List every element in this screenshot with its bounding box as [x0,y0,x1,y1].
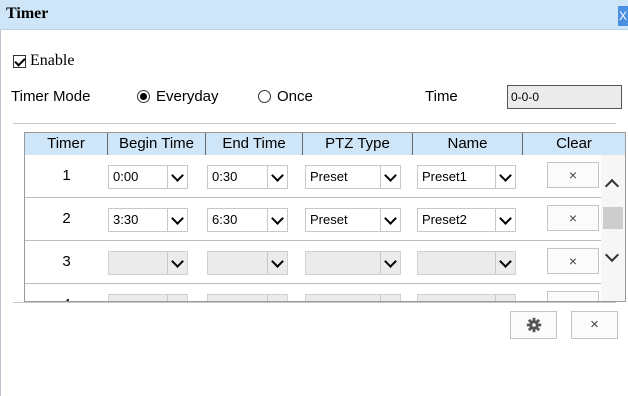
chevron-down-icon [495,252,515,274]
timer-number: 3 [62,253,71,270]
begin-time-value: 3:30 [113,212,139,227]
footer-divider [13,302,616,303]
name-select[interactable]: Preset2 [417,208,516,232]
timer-mode-row: Timer Mode Everyday Once Time 0-0-0 [11,85,622,109]
name-select[interactable] [417,251,516,275]
timer-mode-label: Timer Mode [11,88,91,105]
chevron-down-icon [167,166,187,188]
close-button[interactable]: × [571,311,618,339]
end-time-value: 6:30 [212,212,238,227]
chevron-down-icon [380,295,400,301]
name-value: Preset2 [422,212,467,227]
section-divider [13,123,616,124]
scroll-down-icon[interactable] [604,247,620,263]
table-row: 1 0:00 0:30 Preset Preset1 × [25,155,601,198]
begin-time-select[interactable] [108,294,188,301]
col-header-begin-time: Begin Time [108,133,206,155]
timer-number: 4 [25,284,108,301]
radio-once-label: Once [277,88,313,105]
begin-time-value: 0:00 [113,169,139,184]
time-label: Time [425,88,458,105]
radio-once[interactable] [258,90,271,103]
chevron-down-icon [167,209,187,231]
title-bar: Timer X [0,0,628,30]
panel-border [0,30,1,396]
ptz-type-value: Preset [310,212,348,227]
timer-table: Timer Begin Time End Time PTZ Type Name … [24,132,626,302]
begin-time-select[interactable]: 0:00 [108,165,188,189]
radio-everyday[interactable] [137,90,150,103]
radio-everyday-label: Everyday [156,88,219,105]
end-time-select[interactable] [207,294,288,301]
chevron-down-icon [267,166,287,188]
window-title: Timer [6,5,49,22]
clear-row-button[interactable]: × [547,162,599,188]
end-time-select[interactable] [207,251,288,275]
name-select[interactable]: Preset1 [417,165,516,189]
table-row: 2 3:30 6:30 Preset Preset2 × [25,198,601,241]
chevron-down-icon [267,252,287,274]
begin-time-select[interactable]: 3:30 [108,208,188,232]
timer-number: 2 [62,210,71,227]
chevron-down-icon [495,166,515,188]
begin-time-select[interactable] [108,251,188,275]
col-header-name: Name [413,133,523,155]
table-row: 4 × [25,284,601,301]
clear-row-button[interactable]: × [547,248,599,274]
end-time-select[interactable]: 6:30 [207,208,288,232]
name-value: Preset1 [422,169,467,184]
settings-button[interactable] [510,311,557,339]
chevron-down-icon [167,252,187,274]
time-field[interactable]: 0-0-0 [507,85,622,109]
col-header-end-time: End Time [206,133,303,155]
timer-number: 1 [62,167,71,184]
ptz-type-select[interactable] [305,251,401,275]
end-time-select[interactable]: 0:30 [207,165,288,189]
scroll-thumb[interactable] [603,207,623,229]
chevron-down-icon [267,295,287,301]
clear-row-button[interactable]: × [547,291,599,301]
window-close-button[interactable]: X [618,6,628,26]
table-row: 3 × [25,241,601,284]
enable-label: Enable [30,52,75,69]
chevron-down-icon [167,295,187,301]
enable-checkbox[interactable] [13,54,26,68]
table-scrollbar[interactable] [601,155,625,301]
gear-icon [526,317,541,333]
table-header: Timer Begin Time End Time PTZ Type Name … [25,133,625,155]
chevron-down-icon [495,295,515,301]
chevron-down-icon [380,252,400,274]
name-select[interactable] [417,294,516,301]
ptz-type-value: Preset [310,169,348,184]
chevron-down-icon [380,166,400,188]
chevron-down-icon [267,209,287,231]
chevron-down-icon [380,209,400,231]
col-header-timer: Timer [25,133,108,155]
chevron-down-icon [495,209,515,231]
ptz-type-select[interactable] [305,294,401,301]
end-time-value: 0:30 [212,169,238,184]
ptz-type-select[interactable]: Preset [305,165,401,189]
enable-row: Enable [13,52,74,70]
col-header-ptz-type: PTZ Type [303,133,413,155]
scroll-up-icon[interactable] [604,178,620,194]
ptz-type-select[interactable]: Preset [305,208,401,232]
clear-row-button[interactable]: × [547,205,599,231]
col-header-clear: Clear [556,135,592,152]
